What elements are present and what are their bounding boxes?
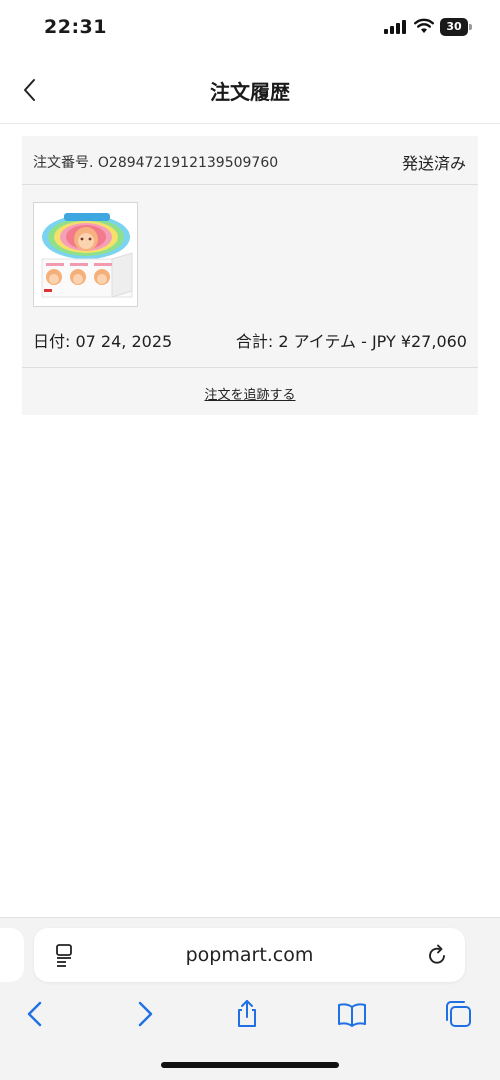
url-text[interactable]: popmart.com [34, 944, 465, 966]
product-thumbnail[interactable] [33, 202, 138, 307]
previous-tab-preview[interactable] [0, 928, 24, 982]
battery-tip [469, 24, 472, 30]
order-card-header: 注文番号. O2894721912139509760 発送済み [22, 136, 478, 185]
status-time: 22:31 [44, 16, 107, 38]
signal-icon [384, 20, 406, 34]
chevron-left-icon[interactable] [20, 998, 52, 1030]
chevron-right-icon[interactable] [128, 998, 160, 1030]
order-status-badge: 発送済み [401, 154, 466, 173]
track-order-link[interactable]: 注文を追跡する [22, 384, 478, 403]
nav-header: 注文履歴 [0, 56, 500, 124]
battery-icon: 30 [440, 18, 472, 36]
product-image [34, 203, 137, 306]
address-bar[interactable]: popmart.com [34, 928, 465, 982]
wifi-icon [414, 18, 434, 33]
status-bar: 22:31 30 [0, 0, 500, 56]
battery-level: 30 [440, 18, 468, 36]
order-card: 注文番号. O2894721912139509760 発送済み 日付: 07 2… [22, 136, 478, 415]
browser-bottom-bar: popmart.com [0, 917, 500, 1080]
order-total: 合計: 2 アイテム - JPY ¥27,060 [235, 332, 467, 351]
order-number: 注文番号. O2894721912139509760 [33, 155, 279, 171]
bookmarks-icon[interactable] [336, 998, 368, 1030]
home-indicator [161, 1062, 339, 1068]
page-title: 注文履歴 [210, 80, 290, 104]
order-date: 日付: 07 24, 2025 [33, 332, 173, 351]
share-icon[interactable] [231, 998, 263, 1030]
order-card-footer: 注文を追跡する [22, 367, 478, 415]
tabs-icon[interactable] [442, 998, 474, 1030]
reload-icon[interactable] [427, 943, 449, 967]
